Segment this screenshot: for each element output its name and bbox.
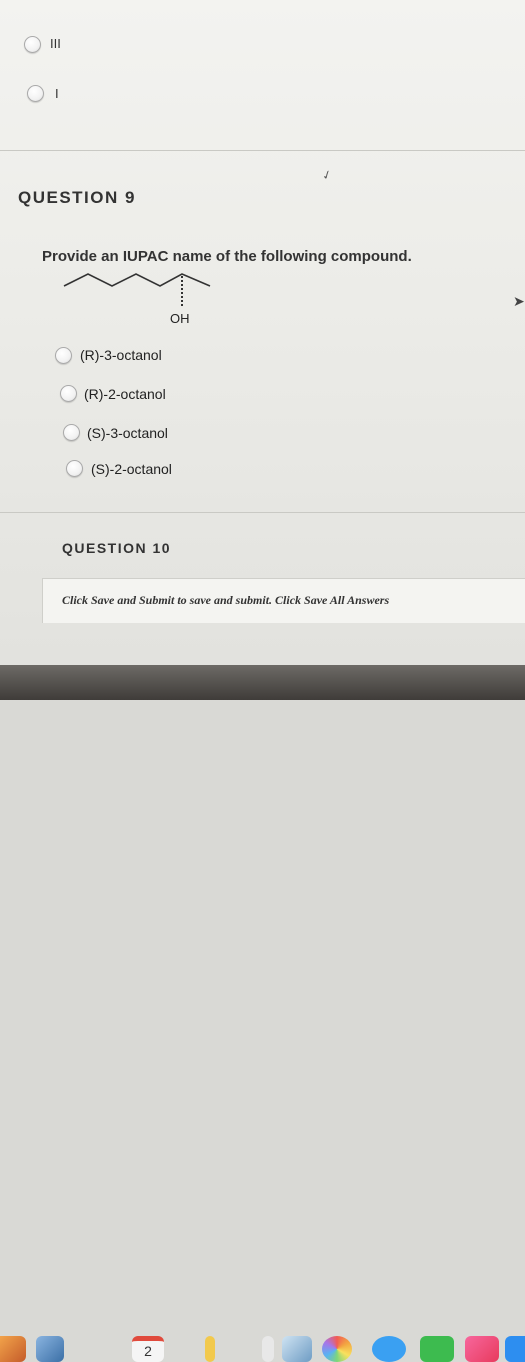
cursor-mark: ✓ (319, 166, 335, 184)
radio-option-i[interactable] (27, 85, 44, 102)
radio-option-iii[interactable] (24, 36, 41, 53)
radio-r-2-octanol[interactable] (60, 385, 77, 402)
facetime-icon[interactable] (420, 1336, 454, 1362)
calendar-day: 2 (144, 1343, 152, 1359)
finder-icon[interactable] (0, 1336, 26, 1362)
quiz-page: III I ✓ QUESTION 9 Provide an IUPAC name… (0, 0, 525, 665)
preview-icon[interactable] (36, 1336, 64, 1362)
question-separator-2 (0, 512, 525, 513)
previous-question-options: III I (0, 0, 525, 150)
app-store-icon[interactable] (505, 1336, 525, 1362)
option-s-2-octanol: (S)-2-octanol (91, 461, 172, 477)
option-s-3-octanol: (S)-3-octanol (87, 425, 168, 441)
dock: 2 (0, 665, 525, 1362)
stickies-icon[interactable] (262, 1336, 274, 1362)
save-instructions-text: Click Save and Submit to save and submit… (62, 593, 390, 607)
arrow-icon: ➤ (513, 293, 525, 309)
textedit-icon[interactable] (282, 1336, 312, 1362)
messages-icon[interactable] (372, 1336, 406, 1362)
carbon-chain (63, 273, 211, 287)
option-label-iii: III (50, 36, 61, 51)
notes-icon[interactable] (205, 1336, 215, 1362)
calendar-icon[interactable]: 2 (132, 1336, 164, 1362)
octanol-structure-diagram: OH (63, 273, 211, 326)
option-r-2-octanol: (R)-2-octanol (84, 386, 166, 402)
hydroxyl-label: OH (170, 311, 190, 326)
radio-s-2-octanol[interactable] (66, 460, 83, 477)
question-10-title: QUESTION 10 (62, 540, 172, 556)
radio-r-3-octanol[interactable] (55, 347, 72, 364)
question-separator (0, 150, 525, 151)
question-9-title: QUESTION 9 (18, 188, 136, 207)
music-icon[interactable] (465, 1336, 499, 1362)
question-9-prompt: Provide an IUPAC name of the following c… (42, 248, 412, 265)
photos-icon[interactable] (322, 1336, 352, 1362)
option-r-3-octanol: (R)-3-octanol (80, 347, 162, 363)
radio-s-3-octanol[interactable] (63, 424, 80, 441)
option-label-i: I (55, 86, 59, 101)
